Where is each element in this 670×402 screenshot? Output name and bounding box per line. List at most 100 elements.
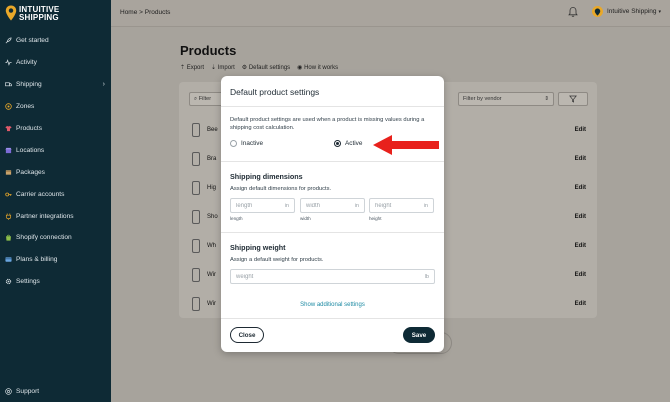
- sidebar-nav: Get started Activity Shipping › Zones Pr…: [0, 30, 111, 293]
- sidebar-item-get-started[interactable]: Get started: [0, 30, 111, 52]
- length-field[interactable]: in: [230, 198, 295, 213]
- sidebar-item-activity[interactable]: Activity: [0, 52, 111, 74]
- product-name: Wir: [207, 301, 216, 307]
- height-caption: height: [369, 216, 382, 221]
- sidebar-item-label: Plans & billing: [16, 256, 58, 264]
- sidebar-item-packages[interactable]: Packages: [0, 161, 111, 183]
- divider: [221, 106, 444, 107]
- radio-active-circle[interactable]: [334, 140, 341, 147]
- save-button[interactable]: Save: [403, 327, 435, 343]
- shipping-dimensions-title: Shipping dimensions: [230, 172, 303, 181]
- bell-icon[interactable]: [567, 6, 579, 18]
- filter-button[interactable]: [558, 92, 588, 106]
- sidebar-item-label: Locations: [16, 146, 45, 154]
- search-icon: ⌕: [194, 96, 198, 102]
- edit-link[interactable]: Edit: [575, 156, 586, 162]
- sidebar-item-label: Activity: [16, 59, 37, 67]
- export-action[interactable]: ⇡ Export: [180, 64, 204, 71]
- action-label: Default settings: [248, 65, 291, 71]
- width-field[interactable]: in: [300, 198, 365, 213]
- rocket-icon: [4, 37, 12, 45]
- edit-link[interactable]: Edit: [575, 301, 586, 307]
- height-field[interactable]: in: [369, 198, 434, 213]
- product-thumbnail: [192, 297, 200, 311]
- sidebar-item-zones[interactable]: Zones: [0, 96, 111, 118]
- sidebar-item-label: Shopify connection: [16, 234, 72, 242]
- edit-link[interactable]: Edit: [575, 243, 586, 249]
- annotation-arrow-icon: [373, 135, 439, 155]
- radio-inactive-label: Inactive: [241, 140, 264, 147]
- page-actions: ⇡ Export ⇣ Import ⚙ Default settings ◉ H…: [180, 64, 338, 71]
- truck-icon: [4, 81, 12, 89]
- close-button[interactable]: Close: [230, 327, 264, 343]
- shipping-weight-title: Shipping weight: [230, 243, 286, 252]
- edit-link[interactable]: Edit: [575, 214, 586, 220]
- import-action[interactable]: ⇣ Import: [211, 64, 235, 71]
- sidebar-item-label: Products: [16, 125, 43, 132]
- target-icon: [4, 103, 12, 111]
- weight-unit: lb: [424, 274, 429, 280]
- location-pin-logo-icon: [5, 5, 17, 21]
- sidebar-item-settings[interactable]: Settings: [0, 271, 111, 293]
- sidebar-item-products[interactable]: Products: [0, 118, 111, 140]
- action-label: Export: [186, 65, 205, 71]
- product-thumbnail: [192, 210, 200, 224]
- edit-link[interactable]: Edit: [575, 185, 586, 191]
- funnel-icon: [569, 95, 577, 103]
- logo-line-2: SHIPPING: [19, 13, 59, 22]
- sidebar-item-locations[interactable]: Locations: [0, 139, 111, 161]
- show-additional-settings-link[interactable]: Show additional settings: [221, 302, 444, 308]
- edit-link[interactable]: Edit: [575, 127, 586, 133]
- product-name: Wh: [207, 243, 216, 249]
- radio-inactive-circle[interactable]: [230, 140, 237, 147]
- gear-icon: [4, 278, 12, 286]
- support-link[interactable]: Support: [4, 387, 39, 395]
- product-thumbnail: [192, 268, 200, 282]
- how-it-works-action[interactable]: ◉ How it works: [297, 64, 338, 71]
- sidebar-item-plans-billing[interactable]: Plans & billing: [0, 249, 111, 271]
- chevron-down-icon: ▾: [658, 8, 662, 15]
- sidebar-item-label: Partner integrations: [16, 212, 74, 220]
- shipping-dimensions-subtitle: Assign default dimensions for products.: [230, 186, 332, 192]
- vendor-filter-select[interactable]: Filter by vendor ⇕: [458, 92, 554, 106]
- box-icon: [4, 168, 12, 176]
- product-name: Wir: [207, 272, 216, 278]
- sidebar-item-shopify-connection[interactable]: Shopify connection: [0, 227, 111, 249]
- vendor-filter-placeholder: Filter by vendor: [463, 96, 502, 102]
- modal-description: Default product settings are used when a…: [230, 117, 425, 131]
- pulse-icon: [4, 59, 12, 67]
- sidebar-item-partner-integrations[interactable]: Partner integrations: [0, 205, 111, 227]
- logo[interactable]: INTUITIVE SHIPPING: [5, 5, 105, 25]
- sidebar-item-carrier-accounts[interactable]: Carrier accounts: [0, 183, 111, 205]
- filter-placeholder: Filter: [198, 96, 212, 102]
- length-caption: length: [230, 216, 243, 221]
- divider: [221, 232, 444, 233]
- shirt-icon: [4, 125, 12, 133]
- support-label: Support: [16, 387, 40, 395]
- length-unit: in: [284, 203, 289, 209]
- modal-title: Default product settings: [230, 87, 320, 97]
- sidebar-item-shipping[interactable]: Shipping ›: [0, 74, 111, 96]
- height-unit: in: [423, 203, 428, 209]
- edit-link[interactable]: Edit: [575, 272, 586, 278]
- divider: [221, 161, 444, 162]
- sidebar-item-label: Shipping: [16, 81, 42, 89]
- radio-inactive[interactable]: Inactive: [230, 140, 263, 147]
- default-settings-action[interactable]: ⚙ Default settings: [242, 64, 290, 71]
- card-icon: [4, 256, 12, 264]
- breadcrumb[interactable]: Home > Products: [120, 9, 170, 16]
- sidebar-item-label: Settings: [16, 278, 40, 286]
- chevron-right-icon: ›: [102, 80, 105, 88]
- radio-active[interactable]: Active: [334, 140, 362, 147]
- weight-field[interactable]: lb: [230, 269, 435, 284]
- store-icon: [4, 146, 12, 154]
- default-product-settings-modal: Default product settings Default product…: [221, 76, 444, 352]
- radio-active-label: Active: [345, 140, 363, 147]
- sidebar-item-label: Zones: [16, 103, 35, 111]
- weight-input[interactable]: [231, 270, 434, 283]
- product-name: Sho: [207, 214, 218, 220]
- sidebar: INTUITIVE SHIPPING Get started Activity …: [0, 0, 111, 402]
- account-menu[interactable]: Intuitive Shipping ▾: [592, 6, 661, 17]
- key-icon: [4, 190, 12, 198]
- divider: [221, 318, 444, 319]
